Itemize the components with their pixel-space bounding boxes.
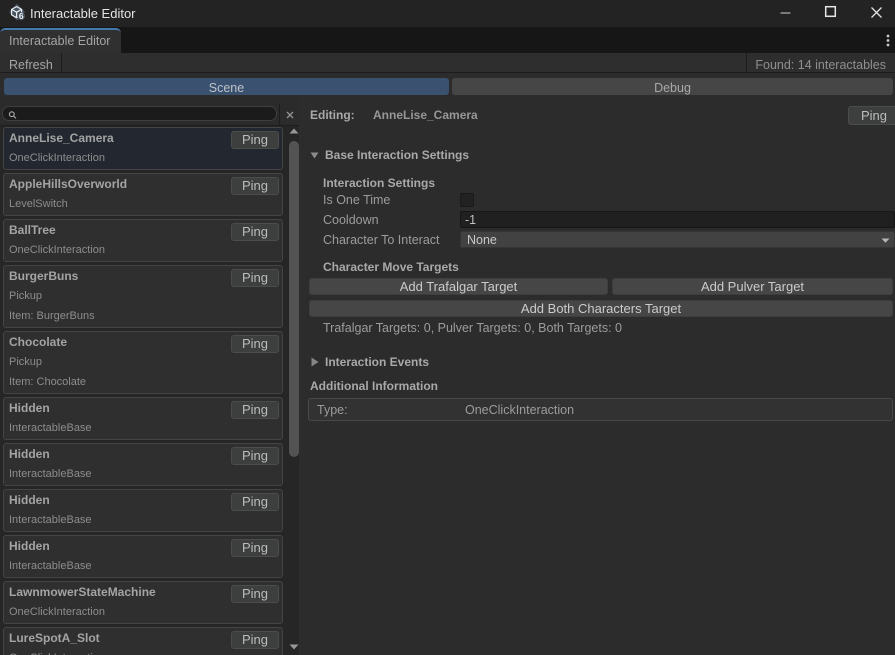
svg-text:6: 6	[19, 11, 24, 21]
